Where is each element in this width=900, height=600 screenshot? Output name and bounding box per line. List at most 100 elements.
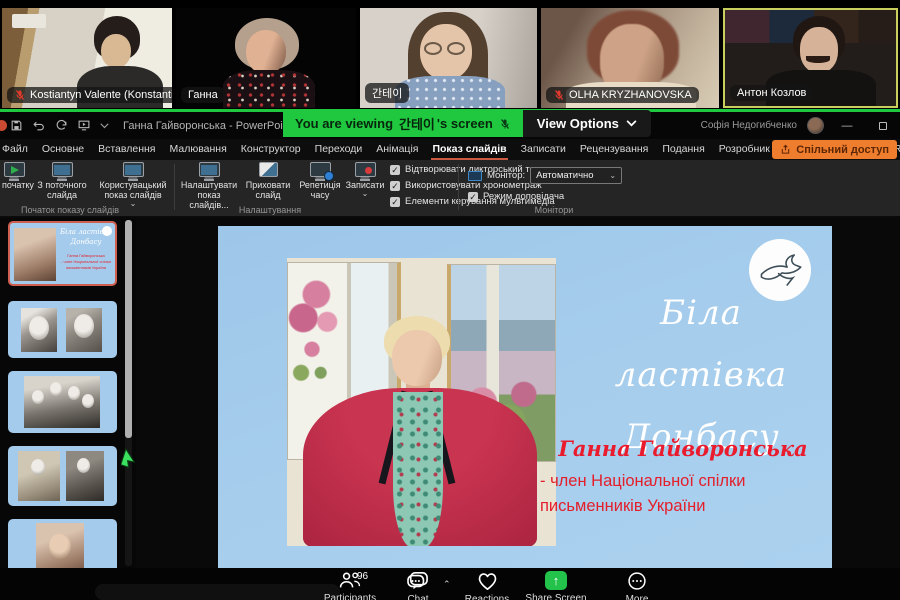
ribbon-group-setup: Налаштувати показ слайдів... Приховати с… bbox=[176, 160, 454, 217]
mic-muted-icon bbox=[14, 89, 26, 101]
setup-slideshow-button[interactable]: Налаштувати показ слайдів... bbox=[178, 162, 240, 210]
scrollbar-thumb[interactable] bbox=[125, 220, 132, 438]
button-label: Репетиція часу bbox=[296, 180, 344, 200]
view-options-button[interactable]: View Options bbox=[523, 110, 651, 137]
presenter-view-checkbox[interactable]: ✓ Режим доповідача bbox=[468, 191, 564, 202]
participant-tile-olha[interactable]: OLHA KRYZHANOVSKA bbox=[541, 8, 719, 108]
undo-icon[interactable] bbox=[32, 119, 46, 132]
participant-tile-kostiantyn[interactable]: Kostiantyn Valente (Konstantine) bbox=[2, 8, 172, 108]
slide-canvas[interactable]: Біла ластівка Донбасу Ганна Гайворонська… bbox=[218, 226, 832, 568]
monitor-dropdown[interactable]: Автоматично ⌄ bbox=[530, 167, 622, 184]
art-shape bbox=[32, 390, 44, 404]
ribbon: З початку З поточного слайда Користуваць… bbox=[0, 160, 900, 217]
more-icon bbox=[626, 571, 648, 591]
group-separator bbox=[174, 164, 175, 210]
monitor-row: Монітор: Автоматично ⌄ bbox=[468, 167, 622, 184]
ribbon-group-monitors: Монітор: Автоматично ⌄ ✓ Режим доповідач… bbox=[462, 160, 646, 217]
tab-transitions[interactable]: Переходи bbox=[308, 139, 370, 160]
tab-developer[interactable]: Розробник bbox=[712, 139, 777, 160]
ppt-share-button[interactable]: Спільний доступ bbox=[772, 140, 897, 159]
participants-button[interactable]: 96 Participants bbox=[315, 571, 385, 600]
restore-button[interactable] bbox=[870, 117, 896, 135]
participant-name: Ганна bbox=[188, 89, 218, 101]
thumb-dove bbox=[102, 226, 112, 236]
account-avatar[interactable] bbox=[807, 117, 824, 134]
chat-button[interactable]: ⌃ Chat bbox=[383, 571, 453, 600]
restore-glyph bbox=[879, 122, 887, 130]
tab-draw[interactable]: Малювання bbox=[162, 139, 233, 160]
minimize-button[interactable]: — bbox=[834, 117, 860, 135]
document-title: Ганна Гайворонська - PowerPoint bbox=[123, 120, 292, 132]
art-shape bbox=[392, 330, 442, 386]
participant-tile-gantei[interactable]: 간테이 bbox=[360, 8, 537, 108]
redo-icon[interactable] bbox=[55, 119, 68, 132]
tab-view[interactable]: Подання bbox=[655, 139, 711, 160]
glasses-shape bbox=[424, 42, 442, 55]
thumbnail-slide-2[interactable] bbox=[8, 301, 117, 358]
more-button[interactable]: More bbox=[602, 571, 672, 600]
monitor-icon bbox=[468, 171, 482, 181]
thumbnail-slide-1[interactable]: Біла ластівкаДонбасу Ганна Гайворонська-… bbox=[8, 221, 117, 286]
tab-record[interactable]: Записати bbox=[514, 139, 573, 160]
share-screen-button[interactable]: ↑ Share Screen bbox=[521, 571, 591, 600]
tab-slideshow[interactable]: Показ слайдів bbox=[425, 139, 513, 160]
hide-slide-button[interactable]: Приховати слайд bbox=[242, 162, 294, 200]
tab-home[interactable]: Основне bbox=[35, 139, 91, 160]
reactions-button[interactable]: Reactions bbox=[452, 571, 522, 600]
ribbon-tab-row: Файл Основне Вставлення Малювання Констр… bbox=[0, 139, 900, 160]
art-shape bbox=[82, 394, 94, 408]
art-shape bbox=[29, 316, 49, 340]
from-current-icon bbox=[52, 162, 73, 177]
video-strip: Kostiantyn Valente (Konstantine) Ганна bbox=[0, 0, 900, 109]
checkbox-checked: ✓ bbox=[390, 165, 400, 175]
toolbar-label: More bbox=[626, 594, 649, 600]
banner-suffix: 's screen bbox=[437, 116, 493, 131]
button-label: Користувацький показ слайдів bbox=[96, 180, 170, 200]
art-shape bbox=[12, 14, 46, 28]
art-shape bbox=[77, 458, 90, 473]
account-name: Софія Недогибченко bbox=[701, 120, 797, 131]
slideshow-icon[interactable] bbox=[77, 119, 91, 132]
chat-chevron-icon[interactable]: ⌃ bbox=[443, 579, 451, 590]
rehearse-timings-button[interactable]: Репетиція часу bbox=[296, 162, 344, 200]
from-current-slide-button[interactable]: З поточного слайда bbox=[30, 162, 94, 200]
participant-name-tag: 간테이 bbox=[365, 83, 409, 103]
custom-slideshow-button[interactable]: Користувацький показ слайдів ⌄ bbox=[96, 162, 170, 207]
ribbon-tabs: Файл Основне Вставлення Малювання Констр… bbox=[0, 139, 900, 160]
thumb-subtitle: Ганна Гайворонська- член Національної сп… bbox=[58, 253, 114, 271]
tab-design[interactable]: Конструктор bbox=[234, 139, 308, 160]
participant-name: Антон Козлов bbox=[737, 87, 806, 99]
hide-slide-icon bbox=[259, 162, 278, 177]
art-shape bbox=[223, 70, 315, 108]
art-shape bbox=[31, 459, 45, 475]
participant-tile-hanna[interactable]: Ганна bbox=[176, 8, 356, 108]
tab-file[interactable]: Файл bbox=[0, 139, 35, 160]
thumb-photo bbox=[66, 308, 102, 352]
slide-subtitle-line2: письменників України bbox=[540, 494, 820, 519]
participant-name-tag: Ганна bbox=[181, 87, 225, 103]
toolbar-label: Share Screen bbox=[525, 593, 586, 600]
tab-review[interactable]: Рецензування bbox=[573, 139, 655, 160]
save-icon[interactable] bbox=[10, 119, 23, 132]
tab-animations[interactable]: Анімація bbox=[369, 139, 425, 160]
glasses-shape bbox=[447, 42, 465, 55]
screen-fill bbox=[125, 165, 141, 175]
participant-name-tag: OLHA KRYZHANOVSKA bbox=[546, 87, 699, 103]
button-label: Приховати слайд bbox=[242, 180, 294, 200]
qat-more-icon[interactable] bbox=[100, 123, 109, 129]
slide-subtitle: - член Національної спілки письменників … bbox=[540, 469, 820, 519]
record-button[interactable]: Записати ⌄ bbox=[344, 162, 386, 197]
quick-access-toolbar bbox=[10, 119, 109, 132]
powerpoint-window: Ганна Гайворонська - PowerPoint Софія Не… bbox=[0, 112, 900, 568]
view-options-label: View Options bbox=[537, 116, 619, 131]
slide-subtitle-line1: - член Національної спілки bbox=[540, 469, 820, 494]
thumbnail-scrollbar[interactable] bbox=[125, 220, 132, 566]
thumb-photo bbox=[14, 228, 56, 281]
participant-tile-anton[interactable]: Антон Козлов bbox=[723, 8, 898, 108]
sharer-mic-muted-icon bbox=[499, 118, 511, 130]
thumbnail-slide-4[interactable] bbox=[8, 446, 117, 506]
thumb-photo bbox=[21, 308, 57, 352]
tab-insert[interactable]: Вставлення bbox=[91, 139, 162, 160]
thumbnail-slide-3[interactable] bbox=[8, 371, 117, 433]
participant-name: OLHA KRYZHANOVSKA bbox=[569, 89, 692, 101]
